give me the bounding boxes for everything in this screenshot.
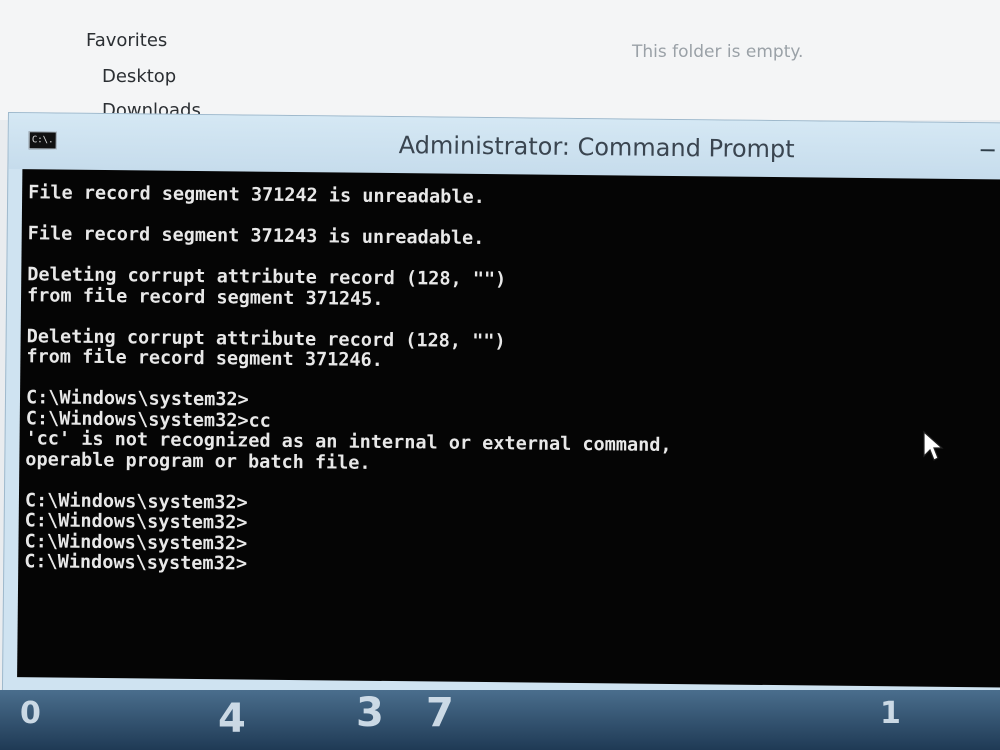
- window-title: Administrator: Command Prompt: [398, 131, 795, 164]
- command-prompt-icon[interactable]: C:\.: [28, 131, 57, 150]
- desktop-glyph: 4: [218, 696, 246, 742]
- desktop-glyph: 0: [20, 696, 41, 731]
- title-bar[interactable]: C:\. Administrator: Command Prompt: [8, 113, 1000, 180]
- mouse-pointer-icon: [923, 430, 944, 461]
- desktop-glyph: 1: [880, 696, 901, 731]
- explorer-window-background: Favorites Desktop Downloads This folder …: [0, 0, 1000, 121]
- nav-item-desktop[interactable]: Desktop: [102, 66, 176, 87]
- desktop-glyph: 7: [426, 690, 454, 736]
- desktop-glyph: 3: [356, 690, 384, 736]
- minimize-button[interactable]: [980, 149, 995, 152]
- empty-folder-message: This folder is empty.: [632, 42, 804, 62]
- command-prompt-window[interactable]: C:\. Administrator: Command Prompt File …: [1, 112, 1000, 707]
- desktop-background-strip: 4 3 7 0 1: [0, 690, 1000, 750]
- nav-item-favorites[interactable]: Favorites: [86, 30, 167, 51]
- console-output[interactable]: File record segment 371242 is unreadable…: [17, 169, 1000, 688]
